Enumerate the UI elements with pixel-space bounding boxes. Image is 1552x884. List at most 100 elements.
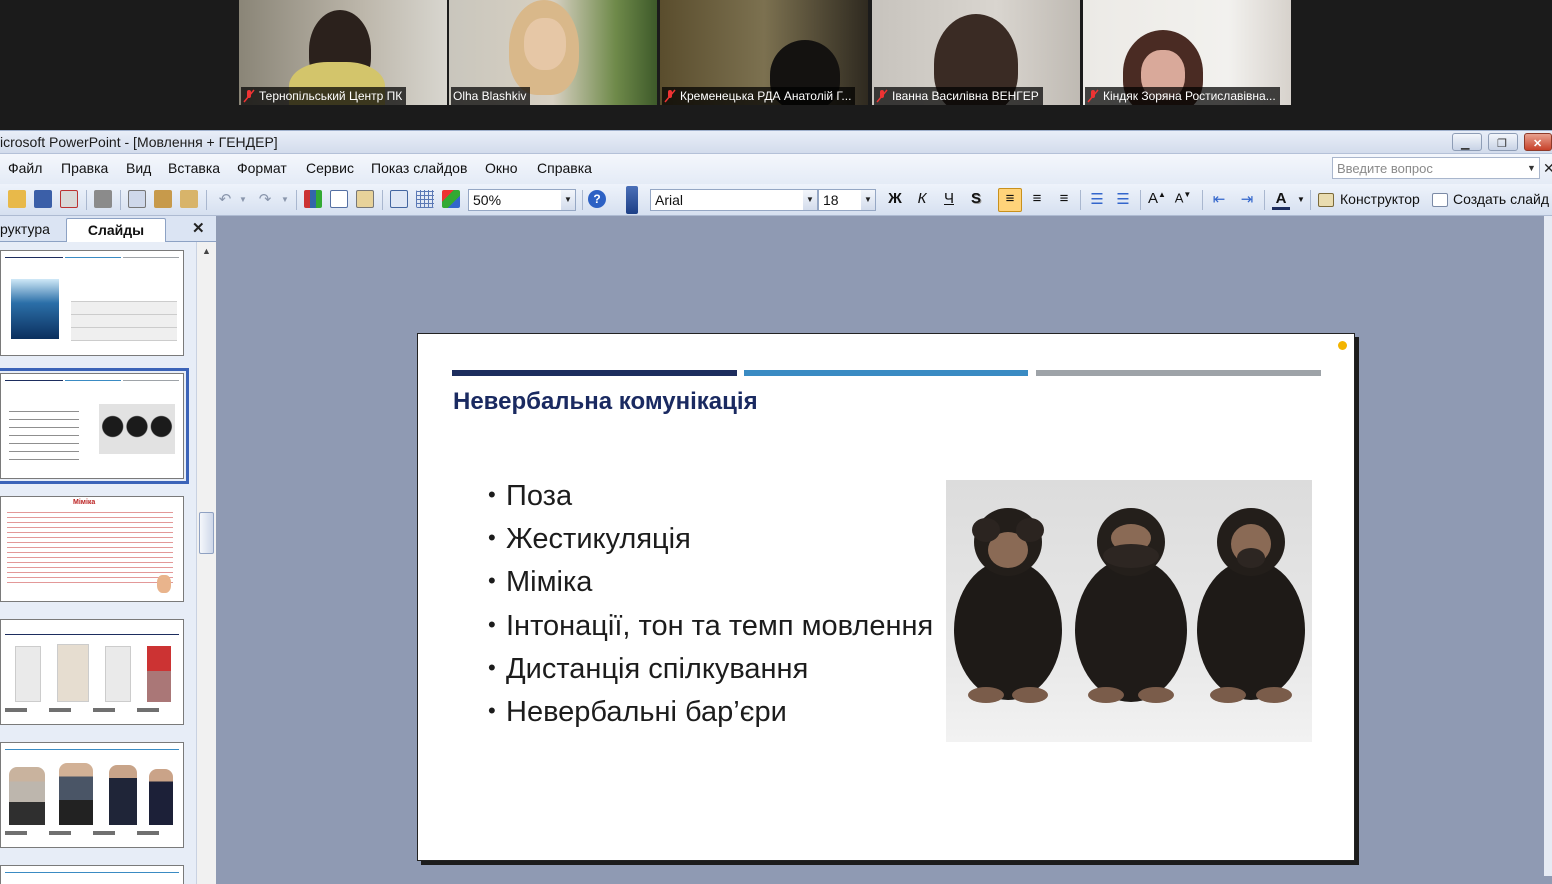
- tab-outline[interactable]: руктура: [0, 218, 68, 242]
- show-grid-icon[interactable]: [416, 190, 434, 208]
- new-slide-button[interactable]: Создать слайд: [1453, 191, 1549, 207]
- menu-bar: Файл Правка Вид Вставка Формат Сервис По…: [0, 154, 1552, 184]
- design-button[interactable]: Конструктор: [1340, 191, 1420, 207]
- close-pane-icon[interactable]: ✕: [192, 219, 205, 237]
- mini-title: Міміка: [73, 499, 96, 506]
- expand-all-icon[interactable]: [390, 190, 408, 208]
- chevron-down-icon: ▼: [861, 190, 875, 210]
- mini-bar: [123, 380, 179, 381]
- participant-tile-1[interactable]: Тернопільський Центр ПК: [239, 0, 447, 105]
- ask-question-dropdown-icon[interactable]: ▼: [1524, 158, 1539, 178]
- insert-table-icon[interactable]: [330, 190, 348, 208]
- bullets-button[interactable]: ☰: [1114, 190, 1132, 208]
- thumbnails-scrollbar[interactable]: ▲: [196, 242, 216, 884]
- undo-dropdown-icon[interactable]: ▼: [234, 195, 252, 204]
- participant-tile-2[interactable]: Olha Blashkiv: [449, 0, 657, 105]
- pose-figure: [147, 646, 171, 702]
- scroll-up-icon[interactable]: ▲: [202, 246, 211, 256]
- formatting-toolbar: ↶ ▼ ↷ ▼ 50% ▼ ? Arial ▼ 18 ▼ Ж К Ч S ≡ ≡ ≡ …: [0, 184, 1552, 216]
- menu-help[interactable]: Справка: [537, 160, 592, 176]
- minimize-button[interactable]: ▁: [1452, 133, 1482, 151]
- toolbar-separator: [1080, 190, 1081, 210]
- slide-thumbnail-selected[interactable]: [0, 368, 189, 484]
- zoom-select[interactable]: 50% ▼: [468, 189, 576, 211]
- numbering-button[interactable]: ☰: [1088, 190, 1106, 208]
- close-button[interactable]: ✕: [1524, 133, 1552, 151]
- menu-window[interactable]: Окно: [485, 160, 518, 176]
- menu-file[interactable]: Файл: [8, 160, 42, 176]
- shadow-button[interactable]: S: [967, 190, 985, 207]
- vertical-scrollbar[interactable]: [1544, 216, 1552, 876]
- slide-thumbnail[interactable]: [0, 619, 184, 725]
- mini-table: [71, 301, 177, 341]
- slides-pane: руктура Слайды ✕ Міміка ▲: [0, 216, 216, 884]
- tab-slides[interactable]: Слайды: [66, 218, 166, 242]
- mini-bar: [5, 749, 179, 750]
- open-icon[interactable]: [8, 190, 26, 208]
- menu-edit[interactable]: Правка: [61, 160, 108, 176]
- italic-button[interactable]: К: [913, 190, 931, 207]
- mic-muted-icon: [876, 89, 888, 103]
- menu-format[interactable]: Формат: [237, 160, 287, 176]
- permission-icon[interactable]: [60, 190, 78, 208]
- save-icon[interactable]: [34, 190, 52, 208]
- font-select[interactable]: Arial ▼: [650, 189, 818, 211]
- monkey-see-no-evil: [954, 508, 1062, 703]
- undo-icon[interactable]: ↶: [216, 190, 234, 208]
- participant-tile-3[interactable]: Кременецька РДА Анатолій Г...: [660, 0, 868, 105]
- scrollbar-thumb[interactable]: [199, 512, 214, 554]
- underline-button[interactable]: Ч: [940, 190, 958, 207]
- tables-borders-icon[interactable]: [356, 190, 374, 208]
- menu-insert[interactable]: Вставка: [168, 160, 220, 176]
- format-painter-icon[interactable]: [180, 190, 198, 208]
- font-size-select[interactable]: 18 ▼: [818, 189, 876, 211]
- help-icon[interactable]: ?: [588, 190, 606, 208]
- slide-thumbnail[interactable]: [0, 250, 184, 356]
- current-slide[interactable]: Невербальна комунікація • Поза • Жестикуля…: [417, 333, 1355, 861]
- font-color-dropdown-icon[interactable]: ▼: [1292, 195, 1310, 204]
- window-title-bar[interactable]: icrosoft PowerPoint - [Мовлення + ГЕНДЕР…: [0, 130, 1552, 154]
- bullet-item: • Дистанція спілкування: [488, 653, 809, 685]
- menu-tools[interactable]: Сервис: [306, 160, 354, 176]
- insert-chart-icon[interactable]: [304, 190, 322, 208]
- new-slide-icon: [1432, 193, 1448, 207]
- pose-figure: [105, 646, 131, 702]
- participant-name: Olha Blashkiv: [451, 87, 531, 105]
- close-document-icon[interactable]: ✕: [1543, 160, 1552, 177]
- monkey-hear-no-evil: [1197, 508, 1305, 703]
- mini-bar: [65, 380, 121, 381]
- slide-thumbnail[interactable]: [0, 865, 184, 884]
- toolbar-separator: [1264, 190, 1265, 210]
- decrease-indent-button[interactable]: ⇤: [1210, 190, 1228, 208]
- decrease-font-button[interactable]: A▼: [1174, 190, 1192, 205]
- slide-thumbnail[interactable]: Міміка: [0, 496, 184, 602]
- redo-icon[interactable]: ↷: [256, 190, 274, 208]
- bullet-item: • Інтонації, тон та темп мовлення: [488, 610, 934, 642]
- slide-thumbnail[interactable]: [0, 742, 184, 848]
- three-wise-monkeys-image[interactable]: [946, 480, 1312, 742]
- toolbar-options-icon[interactable]: [626, 186, 638, 214]
- bold-button[interactable]: Ж: [886, 190, 904, 207]
- participant-tile-4[interactable]: Іванна Василівна ВЕНГЕР: [872, 0, 1080, 105]
- redo-dropdown-icon[interactable]: ▼: [276, 195, 294, 204]
- align-center-button[interactable]: ≡: [1028, 190, 1046, 207]
- mini-bar: [5, 634, 179, 635]
- copy-icon[interactable]: [128, 190, 146, 208]
- participant-tile-5[interactable]: Кіндяк Зоряна Ростиславівна...: [1083, 0, 1291, 105]
- mini-bar: [5, 380, 63, 381]
- paste-icon[interactable]: [154, 190, 172, 208]
- increase-indent-button[interactable]: ⇥: [1238, 190, 1256, 208]
- font-color-button[interactable]: A: [1272, 190, 1290, 210]
- slide-title[interactable]: Невербальна комунікація: [453, 388, 758, 416]
- color-grayscale-icon[interactable]: [442, 190, 460, 208]
- restore-button[interactable]: ❐: [1488, 133, 1518, 151]
- mic-muted-icon: [243, 89, 255, 103]
- menu-slideshow[interactable]: Показ слайдов: [371, 160, 467, 176]
- ask-question-input[interactable]: Введите вопрос: [1332, 157, 1540, 179]
- align-right-button[interactable]: ≡: [1055, 190, 1073, 207]
- participant-name: Тернопільський Центр ПК: [241, 87, 407, 105]
- menu-view[interactable]: Вид: [126, 160, 151, 176]
- bullet-list[interactable]: • Поза • Жестикуляція • Міміка • Інтонації, …: [488, 480, 948, 760]
- print-icon[interactable]: [94, 190, 112, 208]
- increase-font-button[interactable]: A▲: [1148, 190, 1166, 207]
